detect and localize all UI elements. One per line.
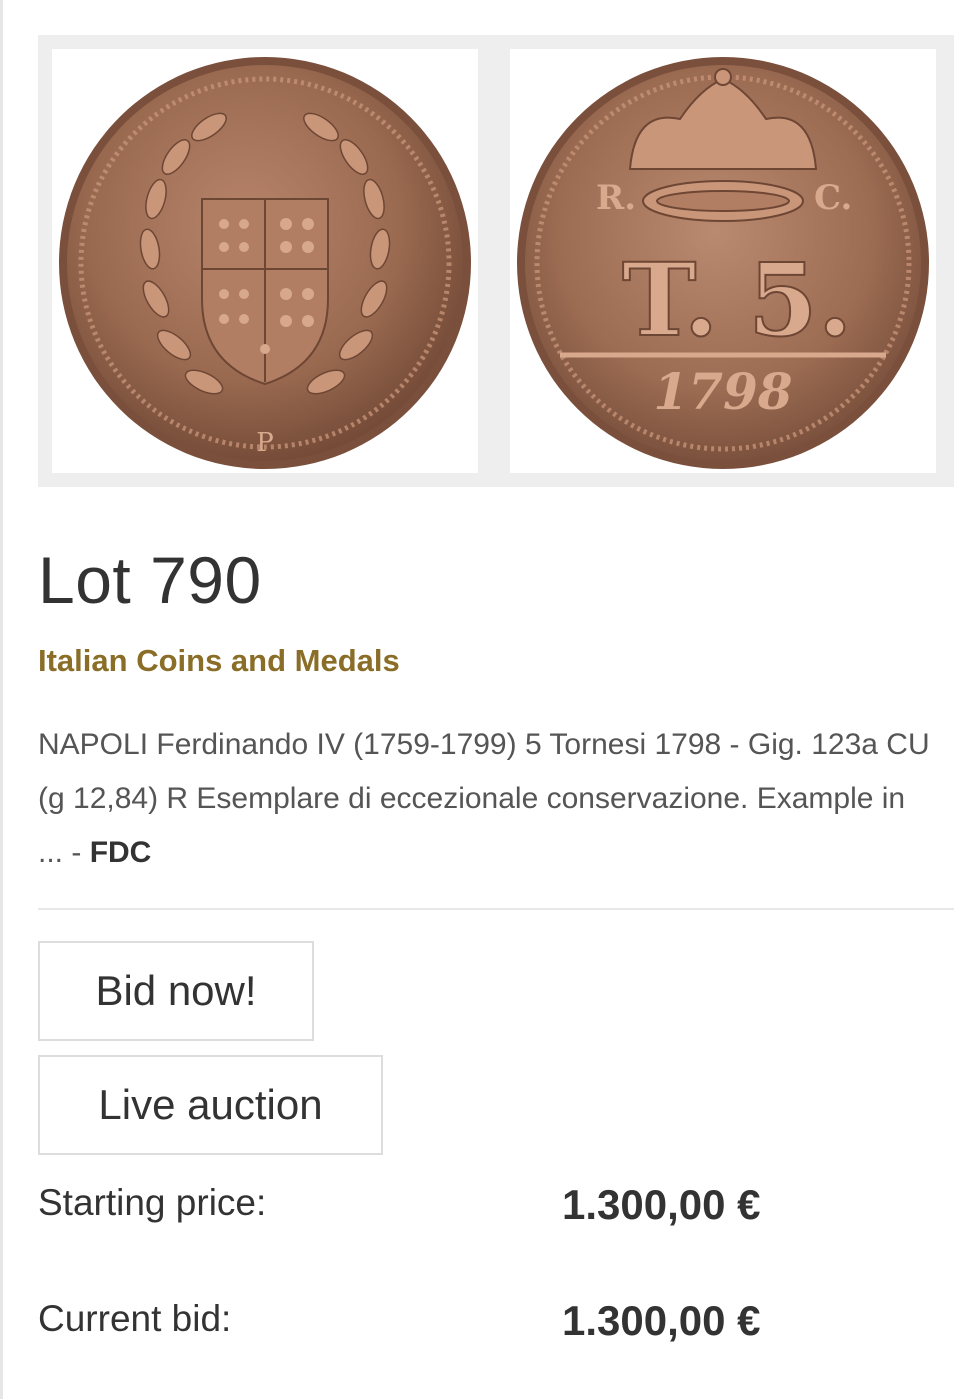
- lot-description-separator: -: [63, 836, 90, 869]
- lot-description: NAPOLI Ferdinando IV (1759-1799) 5 Torne…: [38, 718, 938, 880]
- reverse-denomination-5: 5.: [748, 241, 852, 359]
- lot-category-link[interactable]: Italian Coins and Medals: [38, 643, 400, 679]
- starting-price-row: Starting price: 1.300,00 €: [38, 1178, 938, 1228]
- coin-reverse-image[interactable]: R. C. T. 5. 1798: [510, 49, 936, 473]
- current-bid-row: Current bid: 1.300,00 €: [38, 1294, 938, 1344]
- current-bid-value: 1.300,00 €: [562, 1297, 761, 1344]
- coat-of-arms: [201, 198, 329, 386]
- page-left-border: [0, 0, 3, 1399]
- current-bid-label: Current bid:: [38, 1298, 232, 1339]
- reverse-letter-left: R.: [596, 178, 636, 218]
- coin-reverse-illustration: R. C. T. 5. 1798: [517, 57, 929, 469]
- lot-image-gallery: P R. C. T. 5. 1798: [38, 35, 954, 487]
- lot-description-text: NAPOLI Ferdinando IV (1759-1799) 5 Torne…: [38, 728, 930, 869]
- starting-price-value: 1.300,00 €: [562, 1181, 761, 1228]
- lot-grade: FDC: [89, 836, 152, 869]
- bid-now-button[interactable]: Bid now!: [38, 941, 314, 1041]
- coin-obverse-image[interactable]: P: [52, 49, 478, 473]
- reverse-denomination-t: T.: [622, 241, 718, 359]
- obverse-mintmark: P: [256, 428, 274, 458]
- reverse-letter-right: C.: [814, 178, 852, 218]
- live-auction-button[interactable]: Live auction: [38, 1055, 383, 1155]
- starting-price-label: Starting price:: [38, 1182, 267, 1223]
- coin-obverse-illustration: P: [59, 57, 471, 469]
- reverse-year: 1798: [653, 362, 792, 421]
- section-divider: [38, 908, 954, 910]
- lot-title: Lot 790: [38, 543, 262, 617]
